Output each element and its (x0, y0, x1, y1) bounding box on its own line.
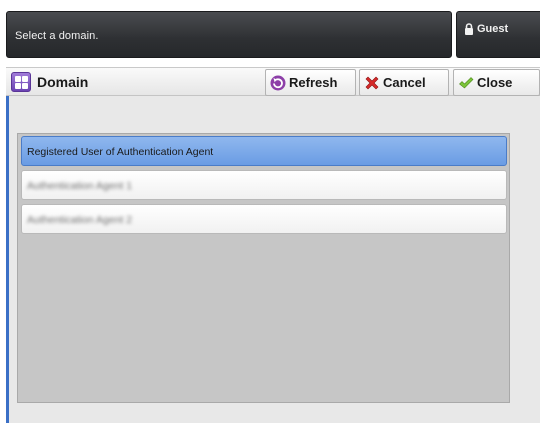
domain-list-item-selected[interactable]: Registered User of Authentication Agent (21, 136, 507, 166)
refresh-button[interactable]: Refresh (265, 69, 356, 96)
message-panel: Select a domain. (6, 11, 452, 58)
list-item-label: Authentication Agent 1 (27, 180, 133, 192)
cancel-button[interactable]: Cancel (359, 69, 449, 96)
list-item-label: Authentication Agent 2 (27, 214, 133, 226)
domain-list-item[interactable]: Authentication Agent 1 (21, 170, 507, 200)
domain-list[interactable]: Registered User of Authentication Agent … (17, 133, 510, 403)
instruction-message: Select a domain. (15, 30, 99, 42)
close-button-label: Close (477, 75, 513, 90)
page-title-label: Domain (37, 74, 89, 90)
refresh-button-label: Refresh (289, 75, 338, 90)
list-item-label: Registered User of Authentication Agent (27, 146, 214, 158)
refresh-icon (270, 75, 286, 91)
toolbar: Domain Refresh Cancel Close (6, 67, 540, 96)
user-button[interactable]: Guest (456, 11, 540, 58)
checkmark-icon (459, 77, 474, 89)
domain-icon (11, 72, 31, 92)
cancel-icon (365, 76, 379, 90)
domain-list-item[interactable]: Authentication Agent 2 (21, 204, 507, 234)
cancel-button-label: Cancel (383, 75, 426, 90)
lock-icon (465, 23, 473, 35)
user-label: Guest (477, 23, 509, 35)
top-bar: Select a domain. Guest (0, 0, 540, 64)
close-button[interactable]: Close (453, 69, 540, 96)
